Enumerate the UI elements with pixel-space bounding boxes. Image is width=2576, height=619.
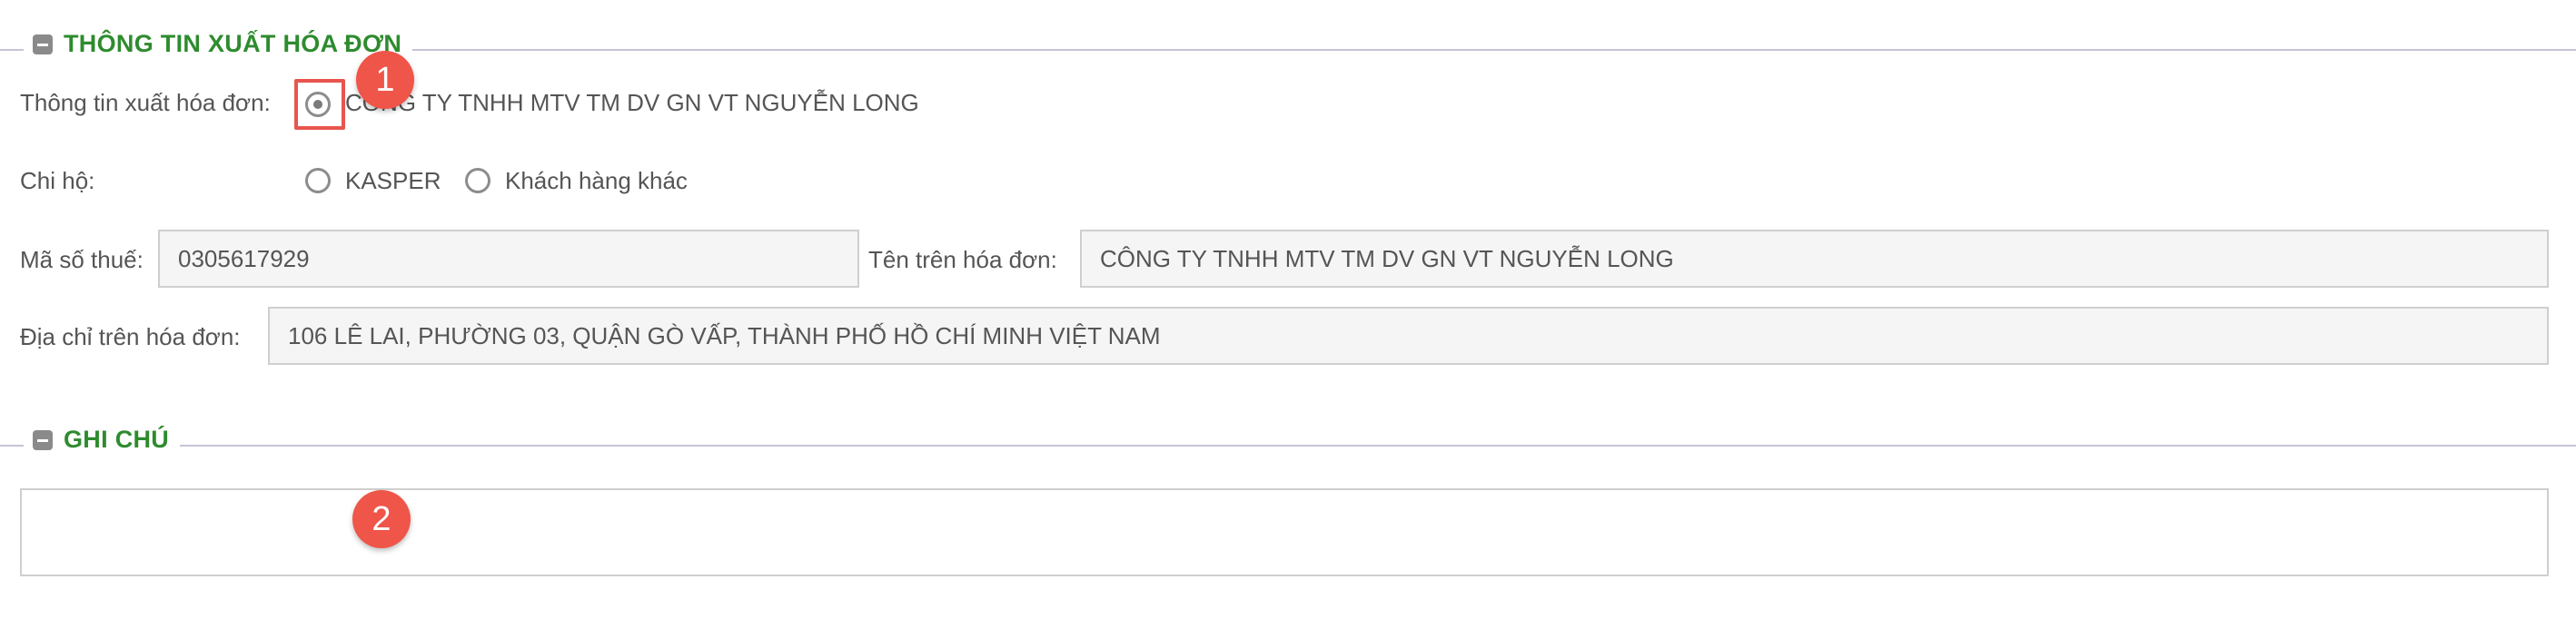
- tax-code-field[interactable]: 0305617929: [158, 230, 859, 288]
- tax-code-label: Mã số thuế:: [20, 246, 144, 273]
- address-label: Địa chỉ trên hóa đơn:: [20, 323, 241, 350]
- invoice-section-title: THÔNG TIN XUẤT HÓA ĐƠN: [64, 30, 402, 57]
- invoice-info-label: Thông tin xuất hóa đơn:: [20, 89, 271, 116]
- annotation-badge-1: 1: [356, 51, 414, 109]
- invoice-name-label: Tên trên hóa đơn:: [868, 246, 1057, 273]
- other-customer-radio-label[interactable]: Khách hàng khác: [505, 167, 688, 195]
- invoice-company-radio-label[interactable]: CÔNG TY TNHH MTV TM DV GN VT NGUYỄN LONG: [345, 89, 919, 117]
- collapse-minus-icon[interactable]: [33, 429, 53, 450]
- pay-on-behalf-label: Chi hộ:: [20, 167, 95, 194]
- collapse-minus-icon[interactable]: [33, 34, 53, 54]
- notes-section-title: GHI CHÚ: [64, 426, 170, 453]
- kasper-radio[interactable]: [305, 168, 331, 193]
- other-customer-radio[interactable]: [465, 168, 490, 193]
- notes-section-header: GHI CHÚ: [24, 426, 181, 454]
- highlight-box: [294, 79, 345, 130]
- address-field[interactable]: 106 LÊ LAI, PHƯỜNG 03, QUẬN GÒ VẤP, THÀN…: [268, 307, 2549, 365]
- kasper-radio-label[interactable]: KASPER: [345, 167, 441, 195]
- notes-section-divider: [0, 445, 2576, 447]
- invoice-name-field[interactable]: CÔNG TY TNHH MTV TM DV GN VT NGUYỄN LONG: [1080, 230, 2549, 288]
- invoice-section-header: THÔNG TIN XUẤT HÓA ĐƠN: [24, 30, 413, 58]
- annotation-badge-2: 2: [352, 490, 411, 548]
